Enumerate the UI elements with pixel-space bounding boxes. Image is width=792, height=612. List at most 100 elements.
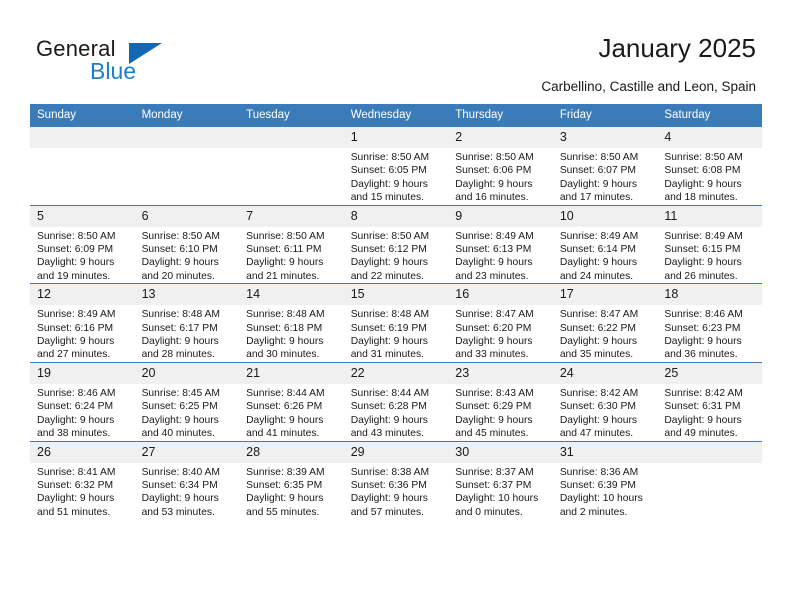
calendar-day-cell[interactable]: 24 Sunrise: 8:42 AM Sunset: 6:30 PM Dayligh…: [552, 361, 658, 441]
calendar-day-cell[interactable]: 26 Sunrise: 8:41 AM Sunset: 6:32 PM Dayligh…: [30, 440, 135, 520]
daylight-text-line1: Daylight: 9 hours: [37, 336, 115, 348]
daylight-text-line1: Daylight: 9 hours: [664, 178, 742, 190]
calendar-day-cell[interactable]: 9 Sunrise: 8:49 AM Sunset: 6:13 PM Daylight…: [448, 204, 553, 284]
daylight-text-line2: and 38 minutes.: [37, 428, 111, 440]
sunset-text: Sunset: 6:23 PM: [664, 322, 741, 334]
daylight-text-line2: and 41 minutes.: [246, 428, 320, 440]
day-number: 15: [343, 284, 449, 306]
calendar-day-cell[interactable]: 4 Sunrise: 8:50 AM Sunset: 6:08 PM Daylight…: [657, 126, 762, 206]
day-number: 19: [30, 362, 135, 384]
sunset-text: Sunset: 6:05 PM: [350, 165, 427, 177]
daylight-text-line1: Daylight: 9 hours: [559, 257, 638, 269]
day-sun-info: Sunrise: 8:36 AM Sunset: 6:39 PM Daylight:…: [553, 463, 658, 520]
calendar-week-row: 5 Sunrise: 8:50 AM Sunset: 6:09 PM Daylight…: [30, 204, 762, 284]
daylight-text-line1: Daylight: 9 hours: [350, 257, 428, 269]
calendar-day-cell[interactable]: 30 Sunrise: 8:37 AM Sunset: 6:37 PM Dayligh…: [448, 440, 553, 520]
daylight-text-line1: Daylight: 9 hours: [141, 414, 219, 426]
day-number: [30, 127, 135, 148]
calendar-day-cell[interactable]: 14 Sunrise: 8:48 AM Sunset: 6:18 PM Dayligh…: [239, 283, 344, 363]
calendar-day-cell[interactable]: 25 Sunrise: 8:42 AM Sunset: 6:31 PM Dayligh…: [657, 361, 762, 441]
daylight-text-line2: and 0 minutes.: [455, 506, 523, 518]
daylight-text-line1: Daylight: 9 hours: [246, 336, 324, 348]
calendar-day-cell[interactable]: 3 Sunrise: 8:50 AM Sunset: 6:07 PM Daylight…: [552, 126, 658, 206]
calendar-day-cell[interactable]: 15 Sunrise: 8:48 AM Sunset: 6:19 PM Dayligh…: [343, 283, 449, 363]
calendar-day-cell[interactable]: 28 Sunrise: 8:39 AM Sunset: 6:35 PM Dayligh…: [239, 440, 344, 520]
calendar-day-cell[interactable]: 2 Sunrise: 8:50 AM Sunset: 6:06 PM Daylight…: [448, 126, 553, 206]
day-number: [239, 127, 344, 148]
calendar-day-cell[interactable]: 19 Sunrise: 8:46 AM Sunset: 6:24 PM Dayligh…: [30, 361, 135, 441]
day-number: 9: [448, 205, 553, 227]
day-number: 20: [134, 362, 240, 384]
day-sun-info: Sunrise: 8:45 AM Sunset: 6:25 PM Daylight:…: [135, 384, 240, 441]
sunset-text: Sunset: 6:37 PM: [455, 479, 532, 491]
calendar-day-cell[interactable]: 1 Sunrise: 8:50 AM Sunset: 6:05 PM Daylight…: [343, 126, 449, 206]
calendar-day-cell[interactable]: 6 Sunrise: 8:50 AM Sunset: 6:10 PM Daylight…: [134, 204, 240, 284]
sunrise-text: Sunrise: 8:49 AM: [664, 230, 743, 242]
day-number: 25: [657, 362, 762, 384]
daylight-text-line1: Daylight: 9 hours: [664, 336, 742, 348]
calendar-day-cell[interactable]: 27 Sunrise: 8:40 AM Sunset: 6:34 PM Dayligh…: [134, 440, 240, 520]
calendar-cell-empty: [30, 126, 135, 206]
sunrise-text: Sunrise: 8:50 AM: [350, 230, 430, 242]
day-sun-info: Sunrise: 8:50 AM Sunset: 6:05 PM Daylight:…: [344, 148, 449, 205]
day-sun-info: Sunrise: 8:50 AM Sunset: 6:12 PM Daylight:…: [344, 227, 449, 284]
daylight-text-line1: Daylight: 9 hours: [455, 414, 533, 426]
day-sun-info: Sunrise: 8:41 AM Sunset: 6:32 PM Daylight:…: [30, 463, 135, 520]
sunset-text: Sunset: 6:11 PM: [246, 244, 322, 256]
calendar-day-cell[interactable]: 16 Sunrise: 8:47 AM Sunset: 6:20 PM Dayligh…: [448, 283, 553, 363]
weekday-header-row: Sunday Monday Tuesday Wednesday Thursday…: [30, 104, 762, 127]
sunrise-text: Sunrise: 8:46 AM: [37, 387, 116, 399]
sunset-text: Sunset: 6:32 PM: [37, 479, 114, 491]
day-number: 29: [343, 441, 449, 463]
day-sun-info: Sunrise: 8:46 AM Sunset: 6:23 PM Daylight:…: [657, 305, 762, 362]
calendar-day-cell[interactable]: 29 Sunrise: 8:38 AM Sunset: 6:36 PM Dayligh…: [343, 440, 449, 520]
calendar-day-cell[interactable]: 13 Sunrise: 8:48 AM Sunset: 6:17 PM Dayligh…: [134, 283, 240, 363]
day-number: 16: [448, 284, 553, 306]
day-sun-info: Sunrise: 8:50 AM Sunset: 6:10 PM Daylight:…: [135, 227, 240, 284]
day-sun-info: Sunrise: 8:48 AM Sunset: 6:18 PM Daylight:…: [239, 305, 344, 362]
day-sun-info: Sunrise: 8:50 AM Sunset: 6:11 PM Daylight:…: [239, 227, 344, 284]
calendar-day-cell[interactable]: 5 Sunrise: 8:50 AM Sunset: 6:09 PM Daylight…: [30, 204, 135, 284]
sunset-text: Sunset: 6:16 PM: [37, 322, 114, 334]
calendar-day-cell[interactable]: 12 Sunrise: 8:49 AM Sunset: 6:16 PM Dayligh…: [30, 283, 135, 363]
day-number: 18: [657, 284, 762, 306]
calendar-day-cell[interactable]: 22 Sunrise: 8:44 AM Sunset: 6:28 PM Dayligh…: [343, 361, 449, 441]
sunrise-text: Sunrise: 8:37 AM: [455, 466, 534, 478]
calendar-day-cell[interactable]: 31 Sunrise: 8:36 AM Sunset: 6:39 PM Dayligh…: [552, 440, 658, 520]
calendar-day-cell[interactable]: 17 Sunrise: 8:47 AM Sunset: 6:22 PM Dayligh…: [552, 283, 658, 363]
calendar-day-cell[interactable]: 23 Sunrise: 8:43 AM Sunset: 6:29 PM Dayligh…: [448, 361, 553, 441]
weekday-header-friday: Friday: [552, 104, 658, 127]
weekday-header-tuesday: Tuesday: [239, 104, 344, 127]
day-number: 23: [448, 362, 553, 384]
calendar-day-cell[interactable]: 21 Sunrise: 8:44 AM Sunset: 6:26 PM Dayligh…: [239, 361, 344, 441]
day-sun-info: Sunrise: 8:49 AM Sunset: 6:15 PM Daylight:…: [657, 227, 762, 284]
sunrise-text: Sunrise: 8:48 AM: [246, 309, 325, 321]
daylight-text-line2: and 51 minutes.: [37, 506, 111, 518]
calendar-head: Sunday Monday Tuesday Wednesday Thursday…: [30, 104, 762, 127]
day-sun-info: Sunrise: 8:42 AM Sunset: 6:30 PM Daylight:…: [553, 384, 658, 441]
day-number: 31: [552, 441, 658, 463]
sunrise-text: Sunrise: 8:40 AM: [141, 466, 220, 478]
sunrise-text: Sunrise: 8:43 AM: [455, 387, 534, 399]
daylight-text-line2: and 45 minutes.: [455, 428, 529, 440]
day-number: 2: [448, 127, 553, 148]
sunrise-text: Sunrise: 8:49 AM: [455, 230, 534, 242]
calendar-day-cell[interactable]: 10 Sunrise: 8:49 AM Sunset: 6:14 PM Dayligh…: [552, 204, 658, 284]
calendar-day-cell[interactable]: 20 Sunrise: 8:45 AM Sunset: 6:25 PM Dayligh…: [134, 361, 240, 441]
day-sun-info: Sunrise: 8:44 AM Sunset: 6:26 PM Daylight:…: [239, 384, 344, 441]
daylight-text-line2: and 16 minutes.: [455, 192, 529, 204]
weekday-header-monday: Monday: [134, 104, 240, 127]
calendar-day-cell[interactable]: 8 Sunrise: 8:50 AM Sunset: 6:12 PM Daylight…: [343, 204, 449, 284]
sunset-text: Sunset: 6:34 PM: [141, 479, 218, 491]
daylight-text-line2: and 47 minutes.: [559, 428, 634, 440]
daylight-text-line1: Daylight: 9 hours: [246, 257, 324, 269]
calendar-day-cell[interactable]: 18 Sunrise: 8:46 AM Sunset: 6:23 PM Dayligh…: [657, 283, 762, 363]
day-number: 21: [239, 362, 344, 384]
calendar-day-cell[interactable]: 11 Sunrise: 8:49 AM Sunset: 6:15 PM Dayligh…: [657, 204, 762, 284]
day-number: 5: [30, 205, 135, 227]
day-sun-info: Sunrise: 8:38 AM Sunset: 6:36 PM Daylight:…: [344, 463, 449, 520]
day-sun-info: Sunrise: 8:40 AM Sunset: 6:34 PM Daylight:…: [135, 463, 240, 520]
day-sun-info: Sunrise: 8:43 AM Sunset: 6:29 PM Daylight:…: [448, 384, 553, 441]
calendar-day-cell[interactable]: 7 Sunrise: 8:50 AM Sunset: 6:11 PM Daylight…: [239, 204, 344, 284]
day-number: 26: [30, 441, 135, 463]
